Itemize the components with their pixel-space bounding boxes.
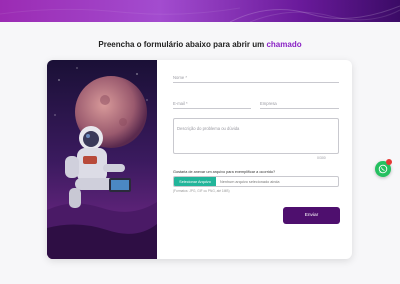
company-field[interactable]: Empresa: [260, 101, 339, 109]
notification-badge: [386, 159, 392, 165]
astronaut-illustration: [47, 60, 157, 259]
file-upload-field: Selecionar Arquivo Nenhum arquivo seleci…: [173, 176, 339, 187]
char-counter: 0/300: [317, 156, 326, 160]
page-title-main: Preencha o formulário abaixo para abrir …: [98, 40, 265, 49]
top-banner: [0, 0, 400, 22]
description-placeholder: Descrição do problema ou dúvida: [177, 126, 240, 131]
company-field-placeholder: Empresa: [260, 101, 277, 106]
name-field[interactable]: Nome *: [173, 75, 339, 83]
submit-button[interactable]: Enviar: [283, 207, 340, 224]
support-form-card: Nome * E-mail * Empresa Descrição do pro…: [47, 60, 352, 259]
page-title-accent: chamado: [266, 40, 302, 49]
select-file-button[interactable]: Selecionar Arquivo: [174, 177, 216, 186]
banner-wave-pattern: [0, 5, 400, 22]
upload-question: Gostaria de anexar um arquivo para exemp…: [173, 170, 276, 174]
file-format-hint: (Formatos: JPG, GIF ou PNG, até 1MB): [173, 189, 230, 193]
email-field-placeholder: E-mail *: [173, 101, 188, 106]
name-field-placeholder: Nome *: [173, 75, 187, 80]
description-textarea[interactable]: Descrição do problema ou dúvida: [173, 118, 339, 154]
email-field[interactable]: E-mail *: [173, 101, 251, 109]
form-area: Nome * E-mail * Empresa Descrição do pro…: [157, 60, 352, 259]
whatsapp-icon: [378, 164, 388, 174]
file-status-text: Nenhum arquivo selecionado ainda: [220, 180, 280, 184]
page-title: Preencha o formulário abaixo para abrir …: [0, 40, 400, 49]
